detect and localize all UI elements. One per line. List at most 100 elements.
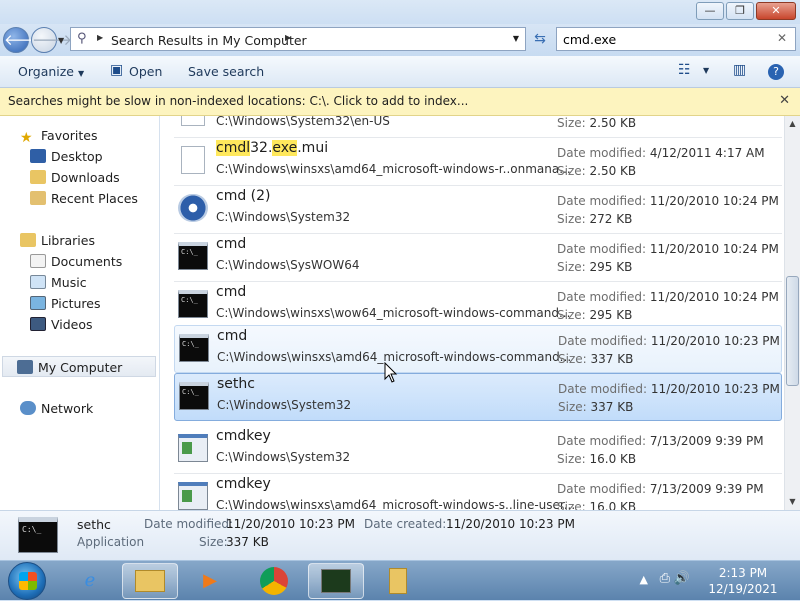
file-name: cmdkey [216,428,271,444]
details-file-type: Application [77,535,145,549]
file-name: sethc [217,376,255,392]
breadcrumb-chevron-right-icon[interactable]: ▶ [97,33,103,42]
details-file-name: sethc [77,517,111,532]
title-bar[interactable]: — ❐ ✕ [0,0,800,24]
documents-icon [30,254,46,268]
document-file-icon [181,116,205,126]
task-manager-taskbar-button[interactable] [308,563,364,599]
list-item[interactable]: C:\Windows\System32\en-US Size: 2.50 KB [174,116,782,138]
open-button[interactable]: Open [129,64,162,79]
mouse-cursor-icon [384,362,398,383]
clear-search-icon[interactable]: ✕ [777,31,787,45]
file-size: Size: 16.0 KB [557,452,637,466]
address-bar[interactable]: ⚲ ▶ Search Results in My Computer ▶ ▼ [70,27,526,51]
file-name: cmd [216,236,247,252]
back-button[interactable]: 🡐 [3,27,44,53]
network-icon [20,401,36,415]
application-window-icon [178,482,208,510]
vertical-scrollbar[interactable]: ▲ ▼ [784,116,800,510]
nav-network[interactable]: Network [20,398,93,419]
network-tray-icon[interactable]: ⎙ [660,571,670,586]
address-history-chevron-down-icon[interactable]: ▼ [513,34,519,43]
nav-favorites[interactable]: ★ Favorites [20,125,97,146]
show-hidden-icons-icon[interactable]: ▲ [640,573,648,586]
command-prompt-icon [178,242,208,270]
application-window-icon [178,434,208,462]
desktop-icon [30,149,46,163]
change-view-icon[interactable]: ☷ [678,62,691,78]
file-path: C:\Windows\SysWOW64 [216,258,360,272]
forward-button[interactable]: 🡒 [31,27,72,53]
file-size: Size: 337 KB [558,352,634,366]
gear-icon [178,194,208,222]
index-warning-text[interactable]: Searches might be slow in non-indexed lo… [8,94,468,108]
windows-explorer-taskbar-button[interactable] [122,563,178,599]
search-box[interactable]: ✕ [556,27,796,51]
scrollbar-thumb[interactable] [786,276,799,386]
internet-explorer-icon[interactable]: ℯ [62,563,118,599]
close-icon[interactable]: ✕ [779,93,790,108]
folder-taskbar-button[interactable] [370,563,426,599]
organize-button[interactable]: Organize ▼ [18,64,84,79]
file-path: C:\Windows\System32\en-US [216,116,390,128]
close-button[interactable]: ✕ [756,2,796,20]
start-button[interactable] [8,562,46,600]
nav-item-desktop[interactable]: Desktop [30,146,103,167]
scroll-up-icon[interactable]: ▲ [785,116,800,132]
details-date-modified: 11/20/2010 10:23 PM [226,517,355,531]
command-prompt-icon [179,382,209,410]
help-icon[interactable]: ? [768,64,784,80]
search-input[interactable] [563,29,763,49]
chrome-logo [260,567,288,595]
nav-item-label: Recent Places [51,191,138,206]
maximize-button[interactable]: ❐ [726,2,754,20]
nav-libraries[interactable]: Libraries [20,230,95,251]
breadcrumb[interactable]: Search Results in My Computer [111,33,307,48]
file-date-modified: Date modified: 7/13/2009 9:39 PM [557,434,764,448]
command-prompt-icon [18,517,58,553]
nav-network-label: Network [41,401,94,416]
list-item-selected[interactable]: sethc C:\Windows\System32 Date modified:… [174,373,782,421]
file-size: Size: 16.0 KB [557,500,637,510]
media-player-icon[interactable]: ▶ [182,563,238,599]
list-item[interactable]: cmd C:\Windows\winsxs\wow64_microsoft-wi… [174,282,782,330]
list-item[interactable]: cmd (2) C:\Windows\System32 Date modifie… [174,186,782,234]
nav-item-downloads[interactable]: Downloads [30,167,120,188]
nav-item-label: Music [51,275,87,290]
list-item[interactable]: cmdkey C:\Windows\System32 Date modified… [174,426,782,474]
volume-icon[interactable]: 🔊 [674,571,690,586]
file-name: cmdl32.exe.mui [216,140,329,156]
file-date-modified: Date modified: 11/20/2010 10:24 PM [557,194,779,208]
minimize-button[interactable]: — [696,2,724,20]
explorer-window: — ❐ ✕ 🡐 🡒 ▼ ⚲ ▶ Search Results in My Com… [0,0,800,560]
pictures-icon [30,296,46,310]
nav-item-music[interactable]: Music [30,272,87,293]
chrome-icon[interactable] [246,563,302,599]
refresh-icon[interactable]: ⇆ [528,27,552,51]
music-icon [30,275,46,289]
nav-item-pictures[interactable]: Pictures [30,293,101,314]
preview-pane-icon[interactable]: ▥ [733,62,746,78]
nav-my-computer[interactable]: My Computer [2,356,156,377]
index-warning-bar[interactable]: Searches might be slow in non-indexed lo… [0,88,800,116]
breadcrumb-chevron-right-icon[interactable]: ▶ [285,33,291,42]
file-path: C:\Windows\winsxs\amd64_microsoft-window… [216,162,571,176]
nav-item-videos[interactable]: Videos [30,314,93,335]
list-item[interactable]: cmdl32.exe.mui C:\Windows\winsxs\amd64_m… [174,138,782,186]
search-results-list: C:\Windows\System32\en-US Size: 2.50 KB … [160,116,784,510]
details-date-created: 11/20/2010 10:23 PM [446,517,575,531]
save-search-button[interactable]: Save search [188,64,264,79]
recent-pages-chevron-down-icon[interactable]: ▼ [58,36,64,45]
file-date-modified: Date modified: 11/20/2010 10:24 PM [557,242,779,256]
view-options-chevron-down-icon[interactable]: ▼ [703,66,709,75]
list-item[interactable]: cmdkey C:\Windows\winsxs\amd64_microsoft… [174,474,782,510]
navigation-pane: ★ Favorites Desktop Downloads Recent Plac… [0,116,160,510]
nav-libraries-label: Libraries [41,233,95,248]
list-item[interactable]: cmd C:\Windows\SysWOW64 Date modified: 1… [174,234,782,282]
nav-item-documents[interactable]: Documents [30,251,122,272]
scroll-down-icon[interactable]: ▼ [785,494,800,510]
clock[interactable]: 2:13 PM 12/19/2021 [708,565,778,597]
nav-item-recent-places[interactable]: Recent Places [30,188,138,209]
list-item-hovered[interactable]: cmd C:\Windows\winsxs\amd64_microsoft-wi… [174,325,782,373]
file-name: cmd [216,284,247,300]
